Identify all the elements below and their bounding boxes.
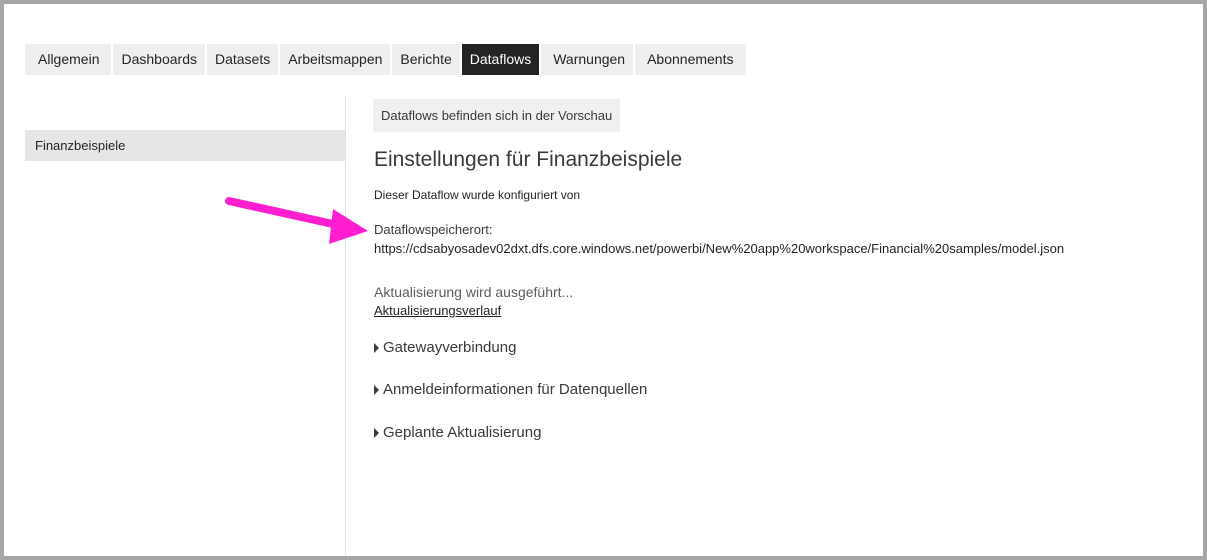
- section-scheduled-refresh[interactable]: Geplante Aktualisierung: [374, 424, 541, 441]
- tab-allgemein[interactable]: Allgemein: [25, 44, 112, 75]
- refresh-history-link[interactable]: Aktualisierungsverlauf: [374, 303, 501, 318]
- storage-location-label: Dataflowspeicherort:: [374, 222, 493, 237]
- tab-dashboards[interactable]: Dashboards: [113, 44, 205, 75]
- tab-abonnements[interactable]: Abonnements: [635, 44, 746, 75]
- caret-right-icon: [374, 427, 379, 438]
- tab-warnungen[interactable]: Warnungen: [541, 44, 634, 75]
- section-data-source-credentials[interactable]: Anmeldeinformationen für Datenquellen: [374, 381, 647, 398]
- caret-right-icon: [374, 342, 379, 353]
- section-label: Anmeldeinformationen für Datenquellen: [383, 381, 648, 398]
- page-title: Einstellungen für Finanzbeispiele: [374, 148, 683, 171]
- section-gateway-connection[interactable]: Gatewayverbindung: [374, 339, 516, 356]
- vertical-divider: [345, 98, 346, 556]
- section-label: Gatewayverbindung: [383, 339, 517, 356]
- tab-arbeitsmappen[interactable]: Arbeitsmappen: [280, 44, 391, 75]
- tab-berichte[interactable]: Berichte: [392, 44, 460, 75]
- tab-datasets[interactable]: Datasets: [206, 44, 279, 75]
- dataflow-list: Finanzbeispiele: [25, 130, 345, 161]
- screenshot-frame: [0, 0, 1207, 560]
- configured-by-text: Dieser Dataflow wurde konfiguriert von: [374, 188, 581, 202]
- tab-dataflows[interactable]: Dataflows: [461, 44, 540, 75]
- caret-right-icon: [374, 384, 379, 395]
- sidebar-item-finanzbeispiele[interactable]: Finanzbeispiele: [25, 130, 345, 161]
- section-label: Geplante Aktualisierung: [383, 424, 542, 441]
- refresh-status: Aktualisierung wird ausgeführt...: [374, 284, 574, 300]
- preview-badge: Dataflows befinden sich in der Vorschau: [373, 99, 621, 132]
- settings-tabs: Allgemein Dashboards Datasets Arbeitsmap…: [25, 44, 746, 75]
- storage-location-value: https://cdsabyosadev02dxt.dfs.core.windo…: [374, 241, 1065, 256]
